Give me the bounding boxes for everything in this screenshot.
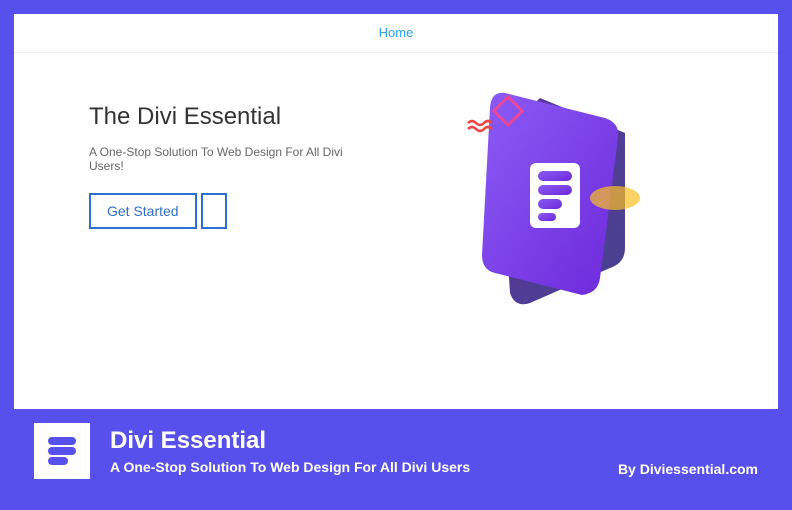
hero-title: The Divi Essential — [89, 103, 376, 131]
hero-section: The Divi Essential A One-Stop Solution T… — [14, 53, 778, 313]
product-illustration — [460, 83, 660, 313]
hero-subtitle: A One-Stop Solution To Web Design For Al… — [89, 145, 376, 173]
footer-bar: Divi Essential A One-Stop Solution To We… — [14, 409, 778, 493]
secondary-button[interactable] — [201, 193, 227, 229]
get-started-button[interactable]: Get Started — [89, 193, 197, 229]
footer-attribution: By Diviessential.com — [618, 461, 758, 477]
footer-title: Divi Essential — [110, 427, 598, 455]
page-content: Home The Divi Essential A One-Stop Solut… — [14, 14, 778, 409]
hero-text-col: The Divi Essential A One-Stop Solution T… — [89, 83, 376, 313]
hero-image-col — [416, 83, 703, 313]
outer-frame: Home The Divi Essential A One-Stop Solut… — [0, 0, 792, 510]
nav-home-link[interactable]: Home — [379, 25, 414, 40]
cta-row: Get Started — [89, 193, 376, 229]
footer-text: Divi Essential A One-Stop Solution To We… — [110, 427, 598, 475]
logo-icon — [42, 431, 82, 471]
footer-subtitle: A One-Stop Solution To Web Design For Al… — [110, 459, 598, 475]
footer-logo — [34, 423, 90, 479]
top-nav: Home — [14, 14, 778, 53]
